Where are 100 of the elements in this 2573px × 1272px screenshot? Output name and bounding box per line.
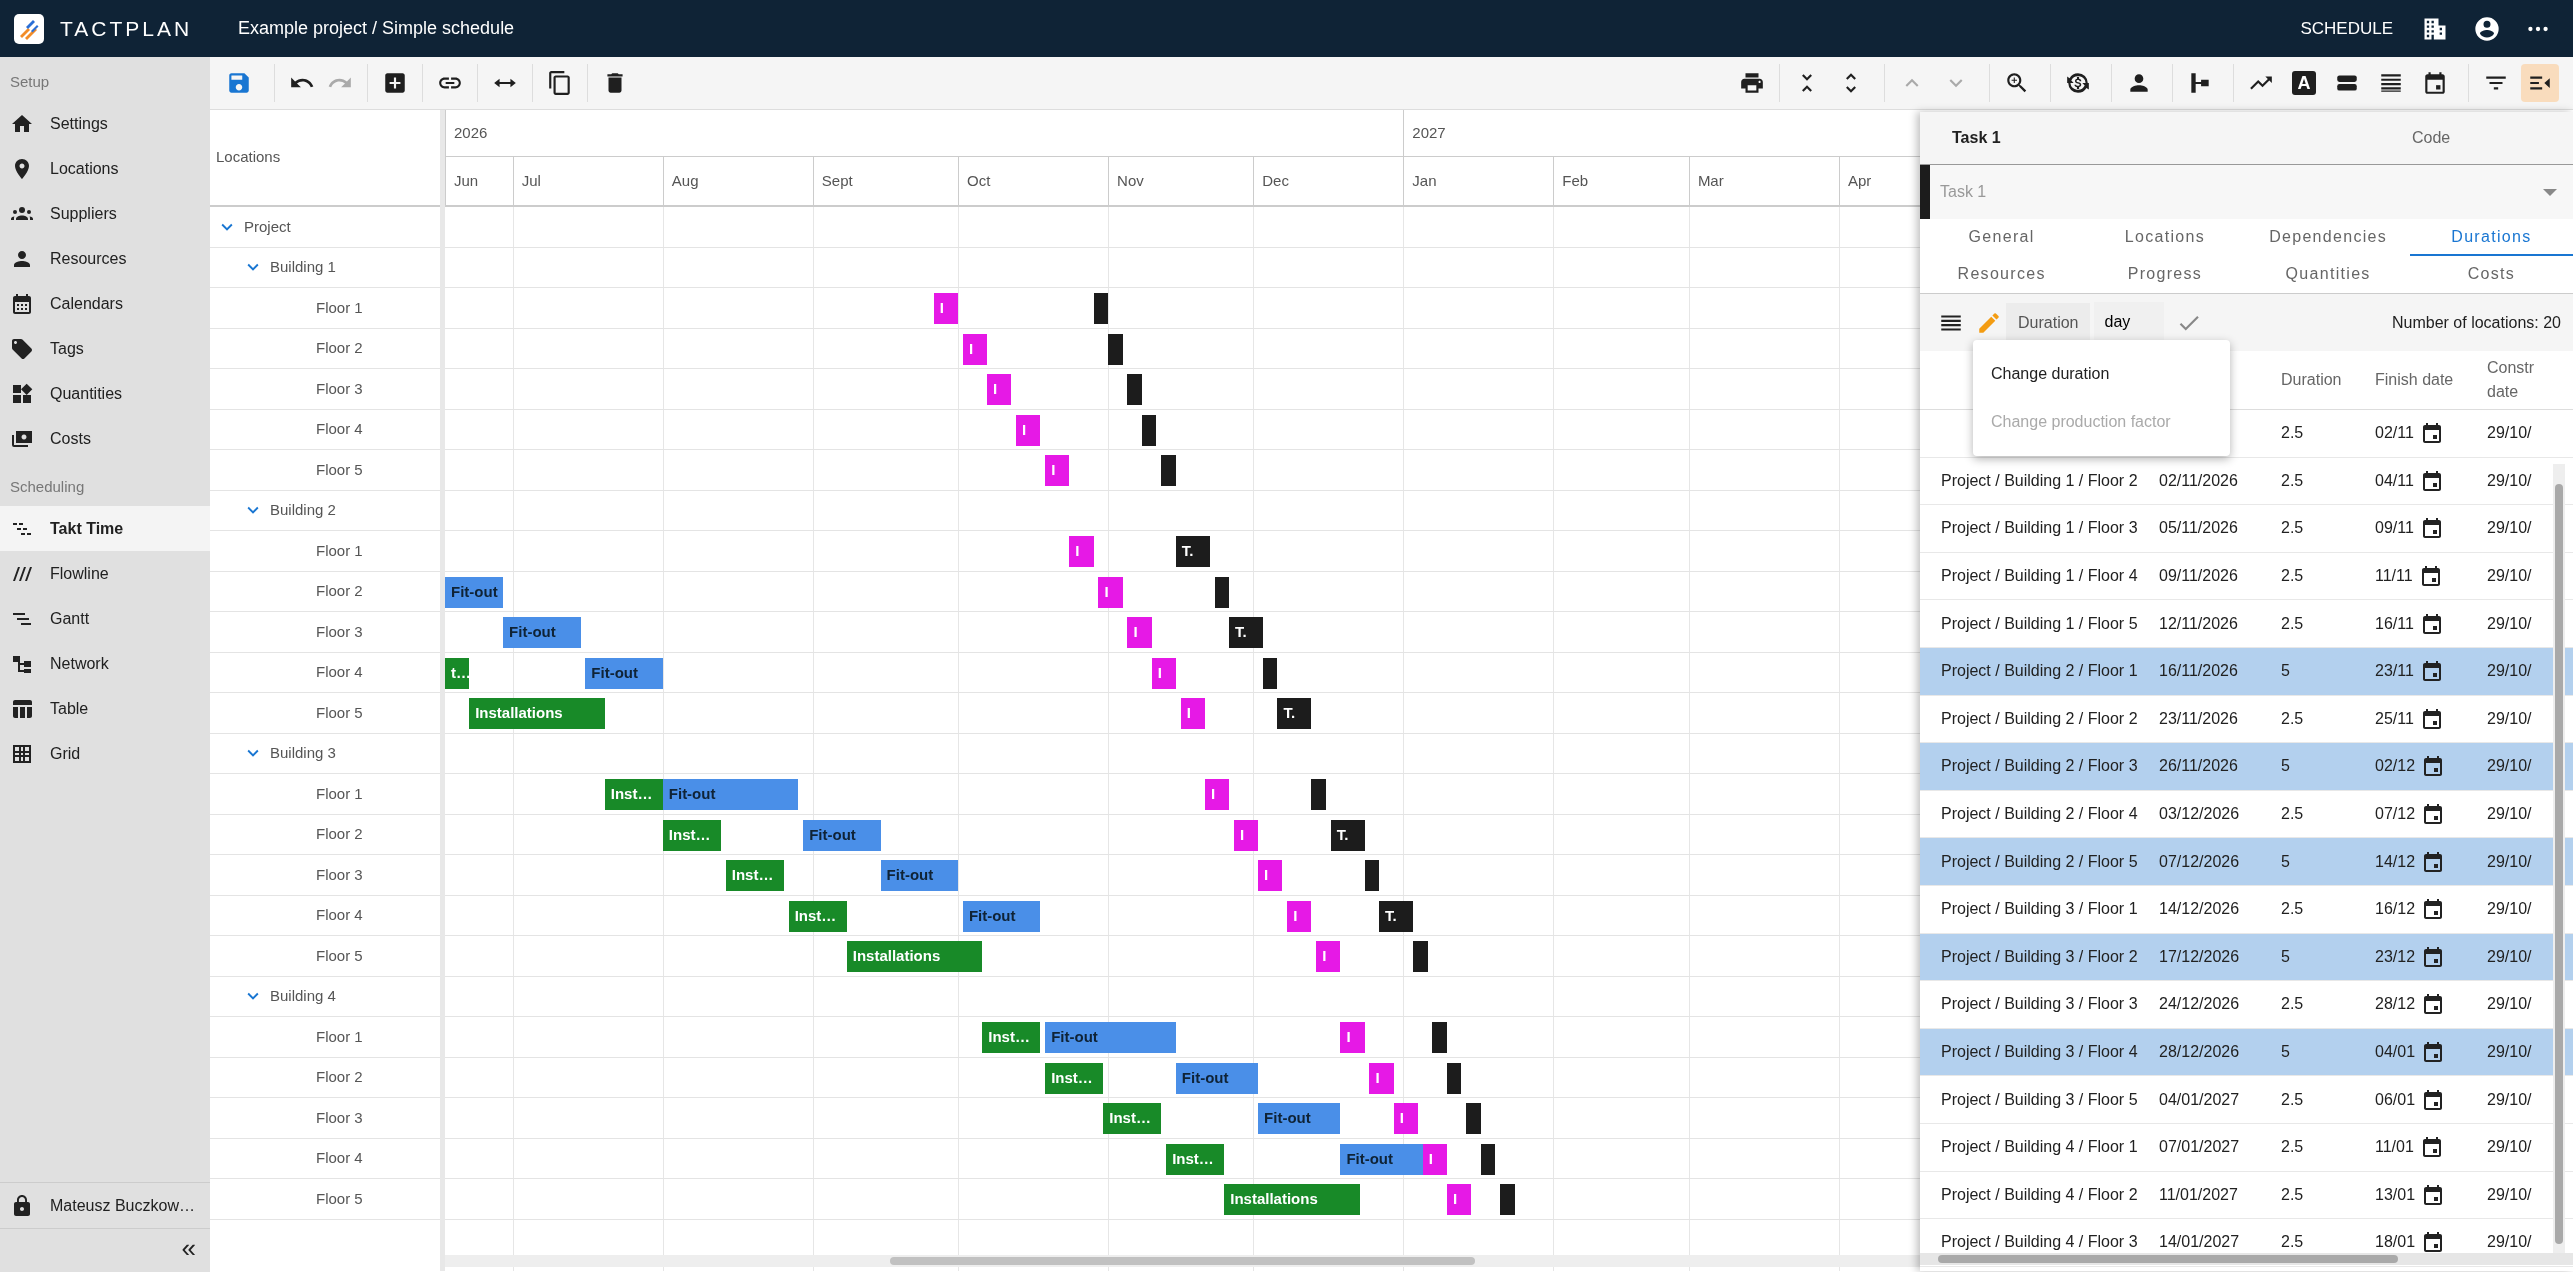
collapse-sidebar-button[interactable]: « — [167, 1229, 210, 1272]
task-bar[interactable] — [1364, 860, 1380, 891]
task-bar[interactable] — [1214, 576, 1230, 608]
task-bar[interactable] — [1141, 414, 1157, 446]
task-bar[interactable]: I — [1204, 779, 1230, 810]
task-bar[interactable]: Inst… — [662, 819, 721, 851]
tab[interactable]: Resources — [1920, 256, 2084, 293]
task-bar[interactable]: T. — [1229, 617, 1263, 648]
task-bar[interactable]: I — [1446, 1184, 1472, 1215]
task-bar[interactable]: I — [1316, 941, 1341, 972]
task-bar[interactable]: I — [1258, 860, 1283, 891]
tab[interactable]: Progress — [2083, 256, 2247, 293]
scrollbar[interactable] — [2553, 464, 2565, 1253]
location-label[interactable]: Floor 2 — [316, 580, 363, 603]
location-label[interactable]: Project — [244, 215, 291, 238]
sidebar-item[interactable]: Costs — [0, 416, 210, 462]
task-bar[interactable]: Inst… — [982, 1022, 1041, 1053]
location-label[interactable]: Building 4 — [270, 985, 336, 1008]
task-bar[interactable]: I — [1016, 414, 1041, 446]
location-label[interactable]: Floor 1 — [316, 1025, 363, 1048]
sidebar-item[interactable]: Calendars — [0, 281, 210, 327]
task-bar[interactable]: Fit-out — [1175, 1062, 1259, 1094]
task-bar[interactable]: Fit-out — [803, 819, 881, 851]
task-bar[interactable]: I — [987, 374, 1012, 405]
task-bar[interactable]: Inst… — [1103, 1103, 1162, 1134]
task-bar[interactable] — [1262, 657, 1278, 689]
task-bar[interactable]: Fit-out — [503, 617, 581, 648]
sidebar-item[interactable]: Network — [0, 641, 210, 686]
sidebar-item[interactable]: Quantities — [0, 371, 210, 417]
task-bar[interactable]: Installations — [1224, 1184, 1360, 1215]
task-bar[interactable]: I — [1045, 455, 1070, 486]
task-bar[interactable]: t… — [445, 657, 470, 689]
task-bar[interactable] — [1093, 293, 1109, 324]
sidebar-item[interactable]: Locations — [0, 146, 210, 192]
scrollbar[interactable] — [1920, 1253, 2573, 1265]
table-row[interactable]: Project / Building 3 / Floor 4 28/12/2026 5 04/01 29/10/ — [1920, 1028, 2573, 1077]
task-bar[interactable]: T. — [1379, 900, 1413, 932]
user-item[interactable]: Mateusz Buczkow… — [0, 1183, 210, 1228]
location-label[interactable]: Floor 4 — [316, 1147, 363, 1170]
location-label[interactable]: Floor 3 — [316, 377, 363, 400]
sidebar-item[interactable]: Settings — [0, 101, 210, 147]
task-bar[interactable]: I — [1098, 576, 1123, 608]
task-bar[interactable]: I — [1127, 617, 1152, 648]
location-label[interactable]: Floor 2 — [316, 823, 363, 846]
side-panel-button[interactable] — [2521, 64, 2559, 102]
tab[interactable]: Locations — [2083, 219, 2247, 256]
location-label[interactable]: Floor 3 — [316, 863, 363, 886]
account-icon[interactable] — [2473, 14, 2501, 43]
task-bar[interactable]: I — [1393, 1103, 1418, 1134]
task-bar[interactable]: Fit-out — [1045, 1022, 1176, 1053]
location-label[interactable]: Floor 5 — [316, 458, 363, 481]
sidebar-item[interactable]: Gantt — [0, 596, 210, 641]
task-bar[interactable]: Installations — [846, 941, 983, 972]
location-label[interactable]: Floor 1 — [316, 782, 363, 805]
table-row[interactable]: Project / Building 2 / Floor 3 26/11/2026 5 02/12 29/10/ — [1920, 743, 2573, 791]
location-label[interactable]: Floor 1 — [316, 296, 363, 319]
task-bar[interactable]: I — [1422, 1143, 1447, 1175]
sidebar-item[interactable]: Resources — [0, 236, 210, 282]
task-bar[interactable]: Inst… — [725, 860, 784, 891]
tab[interactable]: General — [1920, 219, 2084, 256]
sidebar-item[interactable]: Takt Time — [0, 506, 210, 551]
task-bar[interactable]: Fit-out — [1340, 1143, 1423, 1175]
task-bar[interactable]: I — [1069, 536, 1094, 567]
sidebar-item[interactable]: Tags — [0, 326, 210, 372]
task-bar[interactable]: I — [1233, 819, 1259, 851]
mode-label[interactable]: SCHEDULE — [2300, 15, 2393, 42]
sidebar-item[interactable]: Table — [0, 686, 210, 731]
scrollbar[interactable] — [445, 1255, 1920, 1267]
task-bar[interactable]: I — [1287, 900, 1312, 932]
text-format-button[interactable]: A — [2286, 65, 2322, 101]
task-bar[interactable] — [1108, 333, 1123, 365]
tab[interactable]: Durations — [2409, 219, 2573, 256]
table-row[interactable]: Project / Building 2 / Floor 5 07/12/2026 5 14/12 29/10/ — [1920, 838, 2573, 886]
task-bar[interactable]: I — [1180, 698, 1205, 729]
location-label[interactable]: Floor 2 — [316, 1066, 363, 1089]
location-label[interactable]: Building 1 — [270, 256, 336, 279]
task-bar[interactable]: Inst… — [788, 900, 847, 932]
task-bar[interactable]: I — [1369, 1062, 1394, 1094]
sidebar-item[interactable]: Flowline — [0, 551, 210, 596]
task-bar[interactable]: I — [962, 333, 988, 365]
task-bar[interactable]: Fit-out — [1258, 1103, 1341, 1134]
task-bar[interactable]: I — [1151, 657, 1176, 689]
table-row[interactable]: Project / Building 3 / Floor 2 17/12/2026 5 23/12 29/10/ — [1920, 933, 2573, 982]
task-bar[interactable]: T. — [1277, 698, 1312, 729]
task-bar[interactable] — [1480, 1143, 1496, 1175]
location-label[interactable]: Floor 4 — [316, 418, 363, 441]
location-label[interactable]: Building 2 — [270, 499, 336, 522]
unit-field[interactable]: day — [2094, 302, 2165, 343]
task-bar[interactable]: Fit-out — [585, 657, 663, 689]
location-label[interactable]: Floor 5 — [316, 944, 363, 967]
location-label[interactable]: Floor 3 — [316, 1106, 363, 1129]
task-bar[interactable]: Fit-out — [445, 576, 504, 608]
duration-mode-button[interactable]: Duration — [2006, 302, 2091, 343]
sidebar-item[interactable]: Suppliers — [0, 191, 210, 237]
location-label[interactable]: Floor 1 — [316, 539, 363, 562]
table-row[interactable]: Project / Building 2 / Floor 1 16/11/2026 5 23/11 29/10/ — [1920, 647, 2573, 696]
location-label[interactable]: Floor 2 — [316, 337, 363, 360]
task-bar[interactable]: Inst… — [604, 779, 663, 810]
task-bar[interactable]: Fit-out — [962, 900, 1041, 932]
task-bar[interactable]: Fit-out — [880, 860, 959, 891]
